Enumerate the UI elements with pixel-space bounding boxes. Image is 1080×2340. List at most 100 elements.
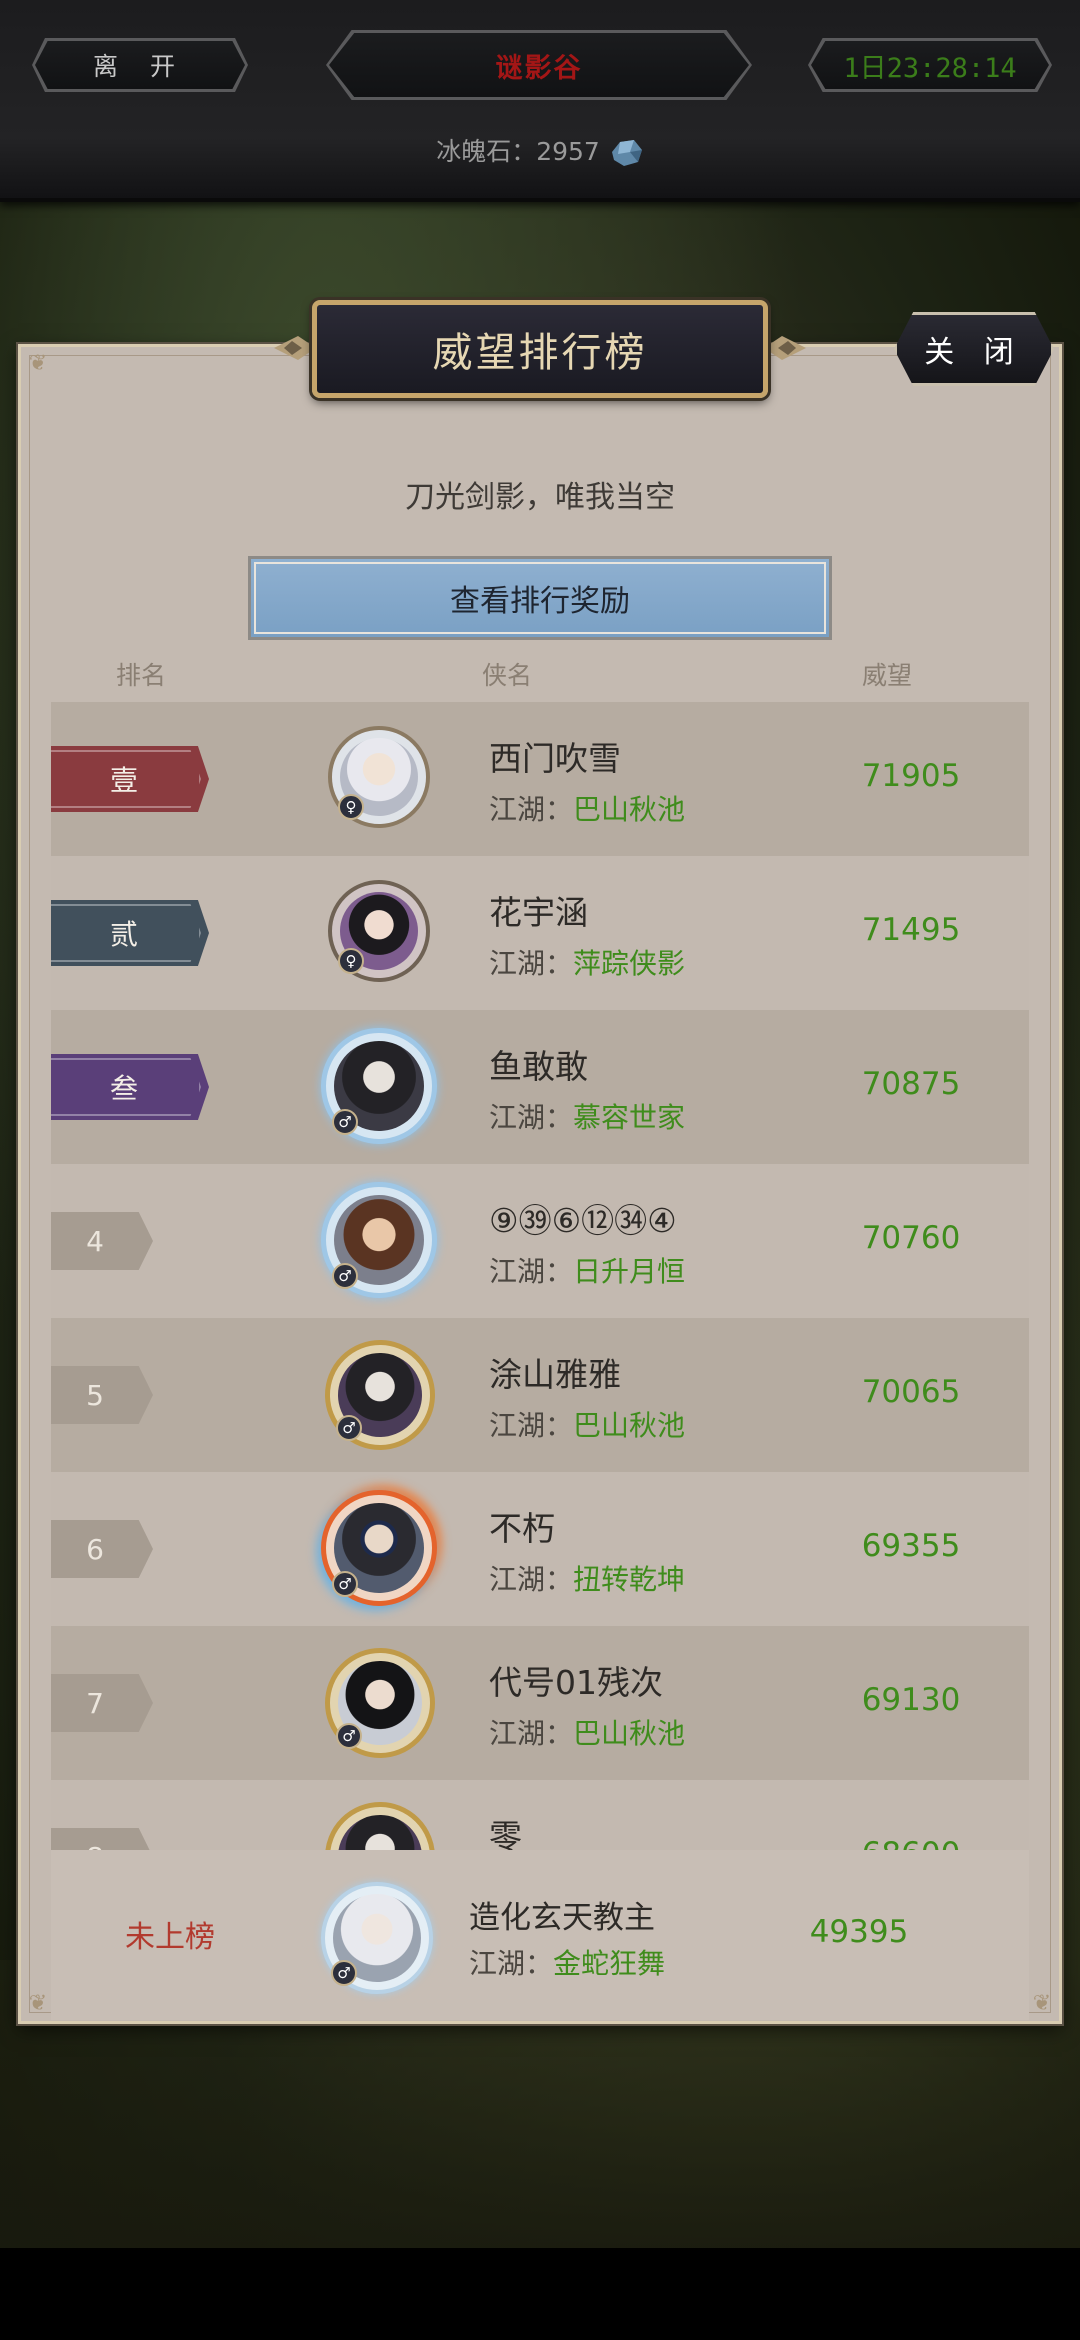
panel-title: 威望排行榜	[312, 300, 768, 398]
ranking-row[interactable]: 叁 ♂ 鱼敢敢 江湖：慕容世家 70875	[51, 1010, 1029, 1164]
player-avatar[interactable]: ♂	[325, 1802, 435, 1850]
player-faction: 江湖：扭转乾坤	[489, 1558, 685, 1598]
title-ornament-right	[764, 336, 806, 360]
my-ranking-row[interactable]: 未上榜 ♂ 造化玄天教主 江湖：金蛇狂舞 49395	[51, 1850, 1029, 2020]
ranking-row[interactable]: 5 ♂ 涂山雅雅 江湖：巴山秋池 70065	[51, 1318, 1029, 1472]
ranking-row[interactable]: 4 ♂ ⑨㊴⑥⑫㉞④ 江湖：日升月恒 70760	[51, 1164, 1029, 1318]
rank-badge: 叁	[51, 1054, 209, 1120]
prestige-score: 69130	[861, 1682, 961, 1718]
location-name: 谜影谷	[495, 52, 583, 84]
ranking-list[interactable]: 壹 ♀ 西门吹雪 江湖：巴山秋池 71905 贰 ♀ 花宇涵 江湖：萍踪侠影 7…	[51, 702, 1029, 1850]
rank-badge: 6	[51, 1520, 153, 1578]
faction-name: 扭转乾坤	[573, 1563, 686, 1596]
player-faction: 江湖：巴山秋池	[489, 1712, 685, 1752]
column-header-prestige: 威望	[862, 661, 913, 690]
player-avatar[interactable]: ♀	[328, 880, 430, 982]
ranking-row[interactable]: 贰 ♀ 花宇涵 江湖：萍踪侠影 71495	[51, 856, 1029, 1010]
faction-name: 巴山秋池	[573, 793, 686, 826]
corner-ornament: ❦	[28, 351, 48, 376]
view-rewards-label: 查看排行奖励	[450, 584, 630, 619]
player-name: 涂山雅雅	[489, 1355, 621, 1394]
player-name: 零	[489, 1817, 522, 1850]
male-icon: ♂	[336, 1415, 362, 1441]
column-header-name: 侠名	[482, 661, 533, 690]
top-hud: 离 开 谜影谷 1日23:28:14 冰魄石：2957	[0, 0, 1080, 202]
my-avatar[interactable]: ♂	[321, 1882, 433, 1994]
system-nav-bar	[0, 2248, 1080, 2340]
currency-label: 冰魄石：	[436, 137, 537, 166]
location-plate: 谜影谷	[326, 30, 752, 100]
player-faction: 江湖：巴山秋池	[489, 1404, 685, 1444]
prestige-score: 70875	[861, 1066, 961, 1102]
corner-ornament: ❦	[28, 1991, 48, 2016]
male-icon: ♂	[332, 1571, 358, 1597]
faction-label: 江湖：	[489, 947, 574, 980]
view-rewards-button[interactable]: 查看排行奖励	[248, 556, 832, 640]
faction-label: 江湖：	[489, 793, 574, 826]
currency-display: 冰魄石：2957	[0, 132, 1080, 168]
ranking-row[interactable]: 6 ♂ 不朽 江湖：扭转乾坤 69355	[51, 1472, 1029, 1626]
faction-name: 巴山秋池	[573, 1409, 686, 1442]
player-avatar[interactable]: ♂	[321, 1490, 437, 1606]
faction-name: 日升月恒	[573, 1255, 686, 1288]
prestige-score: 71495	[861, 912, 961, 948]
faction-name: 巴山秋池	[573, 1717, 686, 1750]
ranking-row[interactable]: 7 ♂ 代号01残次 江湖：巴山秋池 69130	[51, 1626, 1029, 1780]
male-icon: ♂	[332, 1263, 358, 1289]
prestige-score: 70065	[861, 1374, 961, 1410]
prestige-score: 71905	[861, 758, 961, 794]
player-faction: 江湖：日升月恒	[489, 1250, 685, 1290]
rank-badge: 5	[51, 1366, 153, 1424]
rank-badge: 8	[51, 1828, 153, 1850]
player-name: 代号01残次	[489, 1663, 663, 1702]
faction-name: 萍踪侠影	[573, 947, 686, 980]
male-icon: ♂	[331, 1960, 357, 1986]
player-name: ⑨㊴⑥⑫㉞④	[489, 1201, 677, 1240]
player-faction: 江湖：萍踪侠影	[489, 942, 685, 982]
close-button[interactable]: 关 闭	[894, 312, 1054, 386]
player-name: 不朽	[489, 1509, 555, 1548]
player-avatar[interactable]: ♂	[321, 1182, 437, 1298]
my-faction: 江湖：金蛇狂舞	[469, 1942, 665, 1982]
close-button-label: 关 闭	[924, 335, 1024, 370]
player-avatar[interactable]: ♂	[325, 1340, 435, 1450]
faction-label: 江湖：	[489, 1563, 574, 1596]
player-name: 鱼敢敢	[489, 1047, 588, 1086]
leave-button-label: 离 开	[93, 52, 187, 81]
player-name: 西门吹雪	[489, 739, 621, 778]
rank-badge: 7	[51, 1674, 153, 1732]
ranking-row[interactable]: 8 ♂ 零 江湖： 68600	[51, 1780, 1029, 1850]
panel-title-text: 威望排行榜	[432, 330, 648, 376]
leave-button[interactable]: 离 开	[32, 38, 248, 92]
my-name: 造化玄天教主	[469, 1900, 655, 1936]
faction-name: 金蛇狂舞	[553, 1947, 666, 1980]
prestige-score: 68600	[831, 1836, 991, 1850]
ranking-row[interactable]: 壹 ♀ 西门吹雪 江湖：巴山秋池 71905	[51, 702, 1029, 856]
faction-label: 江湖：	[489, 1255, 574, 1288]
rank-badge: 贰	[51, 900, 209, 966]
title-ornament-left	[274, 336, 316, 360]
faction-label: 江湖：	[469, 1947, 554, 1980]
rank-badge: 4	[51, 1212, 153, 1270]
player-avatar[interactable]: ♂	[321, 1028, 437, 1144]
rank-badge: 壹	[51, 746, 209, 812]
slogan-text: 刀光剑影，唯我当空	[405, 480, 675, 515]
corner-ornament: ❦	[1032, 1991, 1052, 2016]
player-faction: 江湖：巴山秋池	[489, 788, 685, 828]
my-prestige-score: 49395	[809, 1914, 909, 1950]
currency-value: 2957	[536, 137, 600, 166]
female-icon: ♀	[338, 948, 364, 974]
faction-name: 慕容世家	[573, 1101, 686, 1134]
male-icon: ♂	[336, 1723, 362, 1749]
female-icon: ♀	[338, 794, 364, 820]
column-header-rank: 排名	[116, 661, 167, 690]
ice-crystal-icon	[611, 140, 642, 166]
male-icon: ♂	[332, 1109, 358, 1135]
player-avatar[interactable]: ♂	[325, 1648, 435, 1758]
player-name: 花宇涵	[489, 893, 588, 932]
my-rank: 未上榜	[125, 1920, 215, 1955]
player-avatar[interactable]: ♀	[328, 726, 430, 828]
faction-label: 江湖：	[489, 1409, 574, 1442]
countdown-timer: 1日23:28:14	[808, 38, 1052, 92]
player-faction: 江湖：慕容世家	[489, 1096, 685, 1136]
